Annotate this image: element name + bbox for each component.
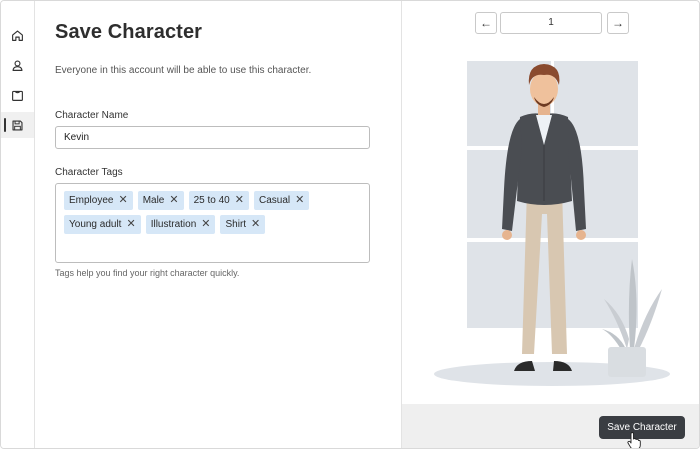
tag-label: Shirt <box>225 219 247 230</box>
app-window: Save Character Everyone in this account … <box>0 0 700 449</box>
arrow-left-icon: ← <box>480 16 492 30</box>
hand-cursor-icon <box>627 432 641 448</box>
next-page-button[interactable]: → <box>607 12 629 34</box>
tag-label: Young adult <box>69 219 122 230</box>
tags-row: Employee ✕ Male ✕ 25 to 40 ✕ Casual ✕ <box>64 191 361 210</box>
tag-label: Male <box>142 195 165 206</box>
preview-panel: ← 1 → Save Character <box>401 1 699 448</box>
nav-characters[interactable] <box>1 52 34 78</box>
tag-chip: Employee ✕ <box>64 191 133 210</box>
character-tags-label: Character Tags <box>55 167 123 178</box>
remove-tag-icon[interactable]: ✕ <box>169 195 178 206</box>
tag-label: Illustration <box>150 219 197 230</box>
page-title: Save Character <box>55 21 203 43</box>
tag-label: 25 to 40 <box>193 195 230 206</box>
remove-tag-icon[interactable]: ✕ <box>201 219 210 230</box>
remove-tag-icon[interactable]: ✕ <box>251 219 260 230</box>
side-nav <box>1 1 35 448</box>
tshirt-icon <box>12 90 23 101</box>
remove-tag-icon[interactable]: ✕ <box>118 195 127 206</box>
page-subtitle: Everyone in this account will be able to… <box>55 65 312 76</box>
prev-page-button[interactable]: ← <box>475 12 497 34</box>
character-name-input[interactable]: Kevin <box>55 126 370 149</box>
character-illustration <box>434 61 670 386</box>
character-name-label: Character Name <box>55 110 129 121</box>
remove-tag-icon[interactable]: ✕ <box>126 219 135 230</box>
tags-hint: Tags help you find your right character … <box>55 268 240 278</box>
user-icon <box>12 59 23 71</box>
preview-footer: Save Character <box>402 404 699 448</box>
page-number-input[interactable]: 1 <box>500 12 602 34</box>
save-icon <box>12 119 23 131</box>
tag-label: Casual <box>258 195 291 206</box>
save-character-button[interactable]: Save Character <box>599 416 685 439</box>
tag-chip: Male ✕ <box>137 191 184 210</box>
arrow-right-icon: → <box>612 16 624 30</box>
tag-label: Employee <box>69 195 114 206</box>
tag-chip: 25 to 40 ✕ <box>188 191 249 210</box>
tags-row: Young adult ✕ Illustration ✕ Shirt ✕ <box>64 215 361 234</box>
tags-input[interactable]: Employee ✕ Male ✕ 25 to 40 ✕ Casual ✕ Young adu… <box>55 183 370 263</box>
nav-home[interactable] <box>1 22 34 48</box>
nav-outfits[interactable] <box>1 82 34 108</box>
tag-chip: Young adult ✕ <box>64 215 141 234</box>
remove-tag-icon[interactable]: ✕ <box>235 195 244 206</box>
tag-chip: Illustration ✕ <box>145 215 216 234</box>
remove-tag-icon[interactable]: ✕ <box>295 195 304 206</box>
tag-chip: Casual ✕ <box>253 191 310 210</box>
nav-save[interactable] <box>1 112 34 138</box>
tag-chip: Shirt ✕ <box>220 215 266 234</box>
home-icon <box>12 29 23 41</box>
